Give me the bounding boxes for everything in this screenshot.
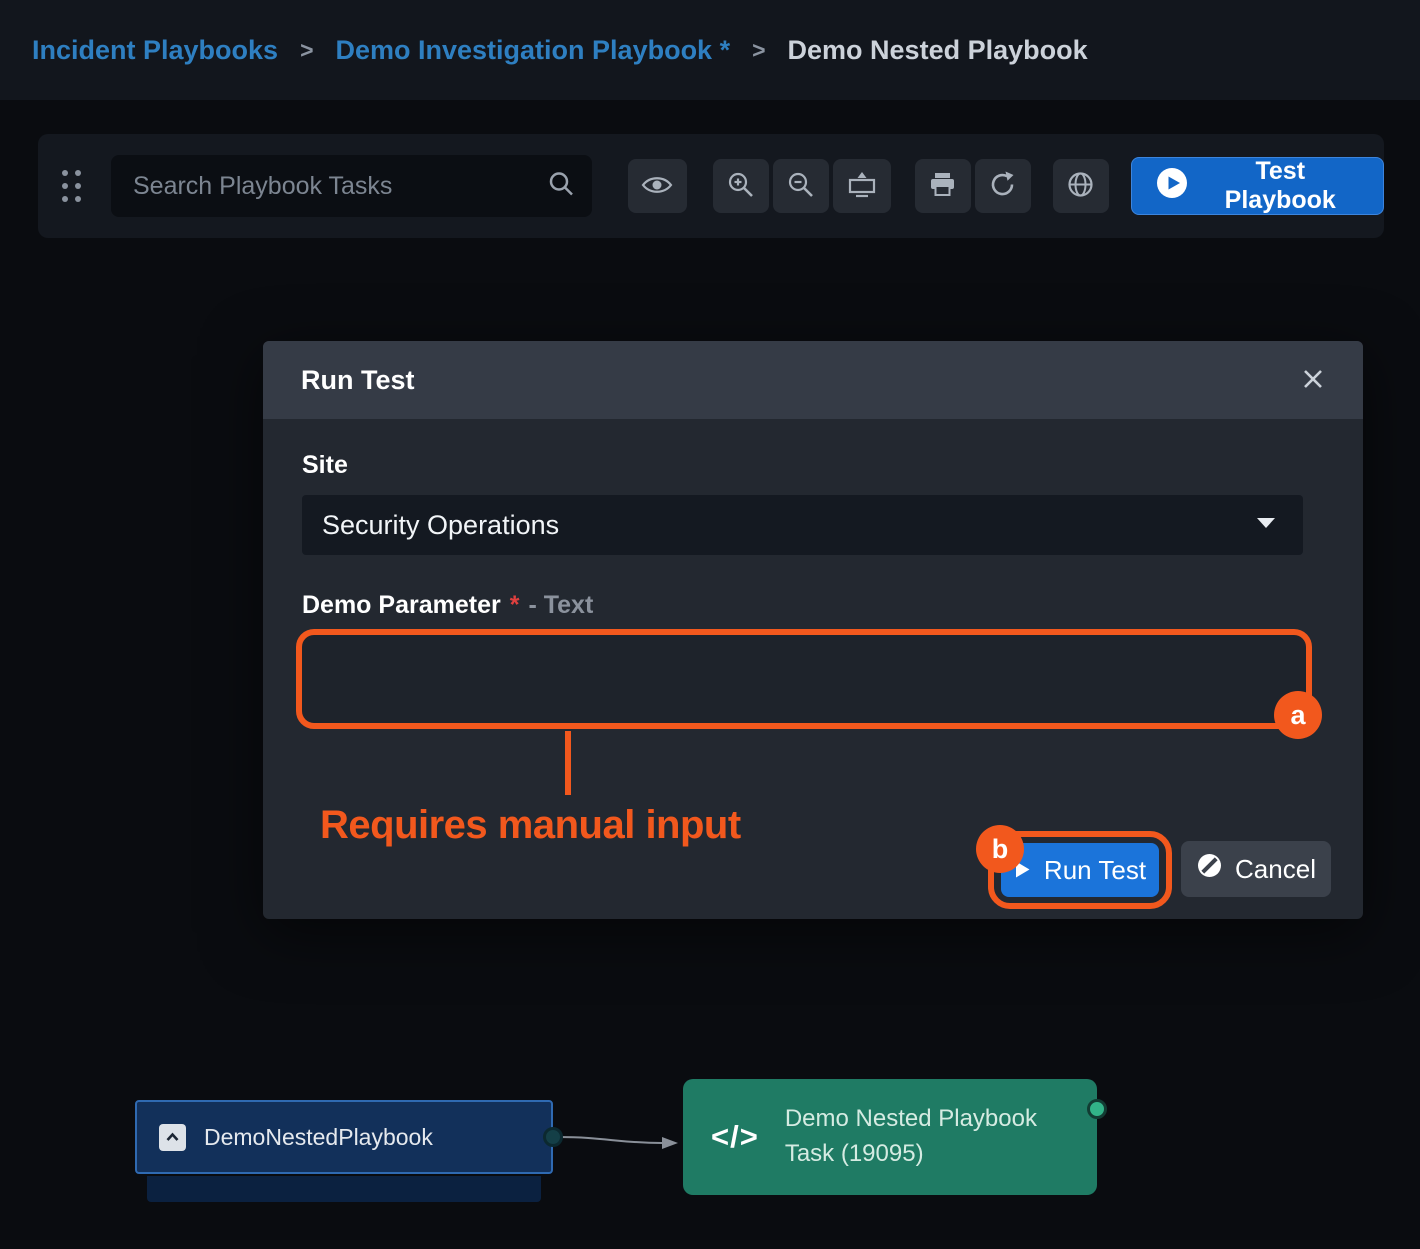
demo-parameter-input-highlight: a [296, 629, 1312, 729]
test-playbook-button[interactable]: Test Playbook [1131, 157, 1385, 215]
breadcrumb-incident-playbooks[interactable]: Incident Playbooks [32, 35, 278, 66]
parameter-type: - Text [528, 591, 593, 620]
close-icon [1301, 367, 1325, 394]
annotation-badge-a: a [1274, 691, 1322, 739]
node-title: Demo Nested Playbook Task (19095) [785, 1102, 1037, 1172]
output-controls [915, 159, 1031, 213]
run-test-button[interactable]: Run Test [1001, 843, 1159, 897]
run-test-modal: Run Test Site Security Operations Demo P… [263, 341, 1363, 919]
site-label: Site [302, 451, 348, 480]
cancel-label: Cancel [1235, 854, 1316, 885]
breadcrumb-separator: > [752, 37, 765, 64]
node-footer [147, 1176, 541, 1202]
cancel-icon [1196, 852, 1223, 886]
print-button[interactable] [915, 159, 971, 213]
zoom-in-button[interactable] [713, 159, 769, 213]
test-playbook-label: Test Playbook [1202, 157, 1360, 215]
eye-icon [641, 174, 673, 199]
breadcrumb: Incident Playbooks > Demo Investigation … [0, 0, 1420, 100]
globe-button[interactable] [1053, 159, 1109, 213]
node-title-line1: Demo Nested Playbook [785, 1105, 1037, 1132]
node-title-line2: Task (19095) [785, 1140, 924, 1167]
parameter-label: Demo Parameter [302, 591, 501, 620]
toggle-visibility-button[interactable] [628, 159, 686, 213]
code-icon: </> [711, 1119, 759, 1155]
globe-icon [1067, 171, 1094, 201]
search-box [111, 155, 592, 217]
output-port[interactable] [543, 1127, 563, 1147]
demo-parameter-input[interactable] [302, 635, 1306, 723]
run-test-highlight: Run Test b [988, 831, 1172, 909]
run-test-label: Run Test [1044, 855, 1146, 886]
required-mark: * [510, 591, 520, 620]
breadcrumb-separator: > [300, 37, 313, 64]
search-input[interactable] [111, 155, 592, 217]
fit-screen-icon [847, 172, 877, 201]
refresh-button[interactable] [975, 159, 1031, 213]
modal-header: Run Test [263, 341, 1363, 419]
input-port[interactable] [1087, 1099, 1107, 1119]
breadcrumb-demo-nested-playbook: Demo Nested Playbook [788, 35, 1088, 66]
zoom-in-icon [727, 171, 754, 201]
annotation-pointer-line [565, 731, 571, 795]
node-label: DemoNestedPlaybook [204, 1124, 433, 1151]
play-circle-icon [1156, 167, 1188, 206]
site-select[interactable]: Security Operations [302, 495, 1303, 555]
print-icon [929, 172, 956, 201]
parameter-label-row: Demo Parameter * - Text [302, 591, 593, 620]
caret-down-icon [1255, 516, 1277, 534]
drag-handle-icon[interactable] [62, 170, 81, 202]
node-demo-nested-playbook[interactable]: DemoNestedPlaybook [135, 1100, 553, 1174]
zoom-controls [713, 159, 891, 213]
playbook-toolbar: Test Playbook [38, 134, 1384, 238]
site-selected-value: Security Operations [322, 510, 559, 541]
annotation-note: Requires manual input [320, 803, 741, 848]
collapse-icon[interactable] [159, 1124, 186, 1151]
playbook-editor-screen: Incident Playbooks > Demo Investigation … [0, 0, 1420, 1249]
zoom-out-icon [787, 171, 814, 201]
refresh-icon [989, 171, 1016, 201]
annotation-badge-b: b [976, 825, 1024, 873]
modal-title: Run Test [301, 365, 415, 396]
search-icon [548, 171, 574, 202]
fit-to-screen-button[interactable] [833, 159, 891, 213]
breadcrumb-demo-investigation-playbook[interactable]: Demo Investigation Playbook * [336, 35, 731, 66]
cancel-button[interactable]: Cancel [1181, 841, 1331, 897]
zoom-out-button[interactable] [773, 159, 829, 213]
close-button[interactable] [1301, 367, 1325, 394]
node-demo-nested-playbook-task[interactable]: </> Demo Nested Playbook Task (19095) [683, 1079, 1097, 1195]
